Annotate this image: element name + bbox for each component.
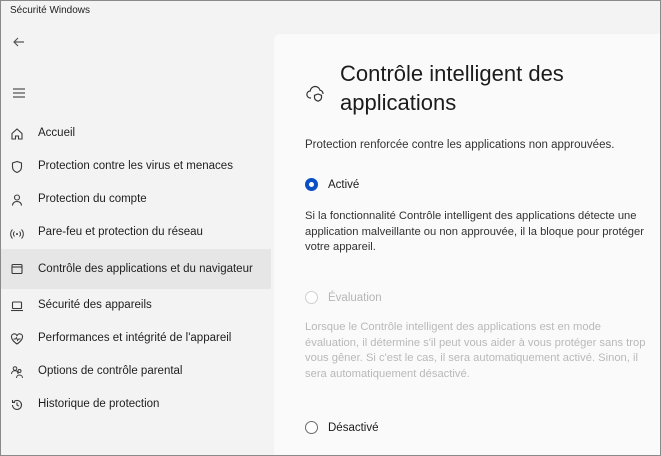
- sidebar-item-device-security[interactable]: Sécurité des appareils: [1, 289, 271, 322]
- sidebar: Accueil Protection contre les virus et m…: [1, 117, 271, 421]
- sidebar-item-protection-history[interactable]: Historique de protection: [1, 388, 271, 421]
- history-icon: [10, 398, 24, 412]
- radio-indicator: [305, 291, 318, 304]
- radio-selected-indicator: [305, 178, 318, 191]
- radio-active[interactable]: Activé: [305, 178, 359, 191]
- sidebar-item-account-protection[interactable]: Protection du compte: [1, 183, 271, 216]
- sidebar-item-app-browser-control[interactable]: Contrôle des applications et du navigate…: [1, 249, 271, 289]
- radio-label: Désactivé: [328, 421, 379, 434]
- sidebar-item-label: Sécurité des appareils: [38, 299, 152, 312]
- sidebar-item-label: Protection du compte: [38, 193, 147, 206]
- page-title: Contrôle intelligent des applications: [340, 61, 564, 115]
- sidebar-item-label: Performances et intégrité de l'appareil: [38, 332, 232, 345]
- wifi-icon: [10, 226, 24, 240]
- sidebar-item-label: Contrôle des applications et du navigate…: [38, 262, 253, 275]
- person-icon: [10, 193, 24, 207]
- heart-icon: [10, 332, 24, 346]
- home-icon: [10, 127, 24, 141]
- app-window: Sécurité Windows Accueil Protection cont…: [0, 0, 661, 456]
- sidebar-item-accueil[interactable]: Accueil: [1, 117, 271, 150]
- sidebar-item-firewall[interactable]: Pare-feu et protection du réseau: [1, 216, 271, 249]
- shield-icon: [10, 160, 24, 174]
- sidebar-item-device-performance[interactable]: Performances et intégrité de l'appareil: [1, 322, 271, 355]
- back-arrow-icon[interactable]: [10, 33, 28, 51]
- main-panel: Contrôle intelligent des applications Pr…: [274, 34, 660, 455]
- radio-disabled[interactable]: Désactivé: [305, 421, 379, 434]
- radio-label: Activé: [328, 178, 360, 191]
- family-icon: [10, 365, 24, 379]
- cloud-shield-icon: [305, 83, 327, 105]
- option-active-description: Si la fonctionnalité Contrôle intelligen…: [305, 210, 644, 253]
- browser-icon: [10, 262, 24, 276]
- option-evaluation-description: Lorsque le Contrôle intelligent des appl…: [305, 321, 646, 380]
- page-description: Protection renforcée contre les applicat…: [305, 139, 615, 151]
- sidebar-item-label: Historique de protection: [38, 398, 160, 411]
- window-title: Sécurité Windows: [10, 5, 91, 16]
- radio-label: Évaluation: [328, 291, 382, 304]
- sidebar-item-family-options[interactable]: Options de contrôle parental: [1, 355, 271, 388]
- sidebar-item-virus-protection[interactable]: Protection contre les virus et menaces: [1, 150, 271, 183]
- sidebar-item-label: Options de contrôle parental: [38, 365, 183, 378]
- radio-indicator: [305, 421, 318, 434]
- sidebar-item-label: Protection contre les virus et menaces: [38, 160, 233, 173]
- sidebar-item-label: Accueil: [38, 127, 76, 140]
- hamburger-menu-icon[interactable]: [10, 84, 28, 102]
- laptop-icon: [10, 299, 24, 313]
- sidebar-item-label: Pare-feu et protection du réseau: [38, 226, 203, 239]
- radio-evaluation: Évaluation: [305, 291, 382, 304]
